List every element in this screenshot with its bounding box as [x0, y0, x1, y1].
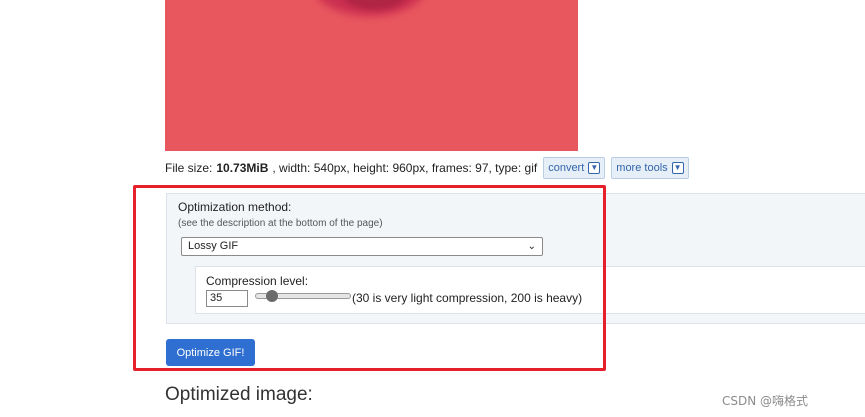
compression-level-slider[interactable] — [255, 290, 351, 302]
file-details: , width: 540px, height: 960px, frames: 9… — [272, 161, 538, 175]
more-tools-button[interactable]: more tools ▼ — [611, 157, 689, 179]
compression-level-hint: (30 is very light compression, 200 is he… — [352, 291, 583, 305]
file-size-value: 10.73MiB — [216, 161, 269, 175]
arrow-down-icon: ▼ — [588, 162, 601, 174]
compression-level-input[interactable]: 35 — [206, 290, 248, 307]
convert-button[interactable]: convert ▼ — [543, 157, 606, 179]
watermark: CSDN @嗨格式 — [722, 394, 809, 408]
optimization-method-select[interactable]: Lossy GIF ⌄ — [181, 237, 543, 256]
optimize-gif-button[interactable]: Optimize GIF! — [166, 339, 255, 366]
gif-preview-image — [165, 0, 578, 151]
more-tools-label: more tools — [616, 162, 668, 174]
chevron-down-icon: ⌄ — [527, 241, 536, 252]
optimization-method-hint: (see the description at the bottom of th… — [178, 218, 383, 229]
convert-label: convert — [548, 162, 585, 174]
file-size-label: File size: — [165, 161, 213, 175]
slider-thumb[interactable] — [265, 290, 278, 302]
compression-level-label: Compression level: — [206, 274, 309, 288]
optimization-method-label: Optimization method: — [178, 200, 292, 214]
optimized-image-title: Optimized image: — [165, 384, 313, 405]
file-info-line: File size: 10.73MiB, width: 540px, heigh… — [165, 157, 689, 179]
arrow-down-icon: ▼ — [671, 162, 684, 174]
optimization-method-value: Lossy GIF — [188, 240, 239, 252]
